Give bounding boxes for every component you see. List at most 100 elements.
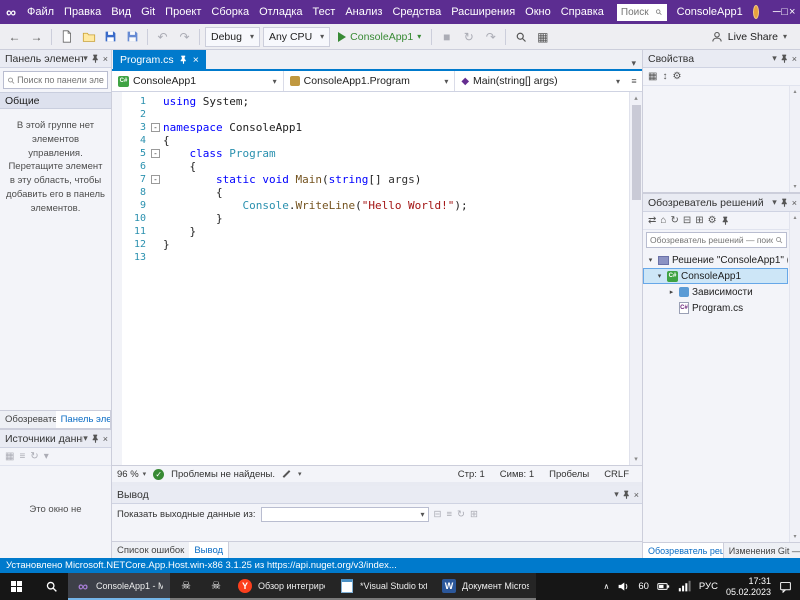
scroll-up-icon[interactable]: ▴ — [630, 92, 642, 104]
fold-collapse-icon[interactable]: - — [148, 147, 163, 160]
menu-test[interactable]: Тест — [308, 3, 341, 21]
start-debugging-button[interactable]: ConsoleApp1 ▾ — [333, 27, 426, 47]
code-line[interactable]: 6 { — [122, 160, 629, 173]
code-line[interactable]: 1 using System; — [122, 95, 629, 108]
code-line[interactable]: 9 Console.WriteLine("Hello World!"); — [122, 199, 629, 212]
language-indicator[interactable]: РУС — [699, 581, 718, 592]
expander-icon[interactable]: ▸ — [667, 288, 676, 296]
close-icon[interactable]: × — [634, 490, 639, 500]
battery-icon[interactable] — [657, 580, 670, 593]
grid-icon[interactable]: ▦ — [5, 451, 14, 462]
line-indicator[interactable]: Стр: 1 — [458, 469, 485, 480]
scroll-down-icon[interactable]: ▾ — [793, 533, 796, 540]
clear-output-icon[interactable]: ⊟ — [434, 509, 442, 520]
pin-icon[interactable] — [179, 55, 188, 64]
code-line[interactable]: 5- class Program — [122, 147, 629, 160]
close-icon[interactable]: × — [792, 54, 797, 64]
live-share-button[interactable]: Live Share ▾ — [711, 31, 795, 43]
menu-file[interactable]: Файл — [22, 3, 59, 21]
hidden-icons-chevron[interactable]: ∧ — [603, 582, 609, 591]
document-list-icon[interactable]: ▾ — [631, 58, 636, 69]
editor-vertical-scrollbar[interactable]: ▴ ▾ — [629, 92, 642, 465]
menu-edit[interactable]: Правка — [59, 3, 106, 21]
scroll-up-icon[interactable]: ▴ — [793, 214, 796, 221]
tree-row-dependencies[interactable]: ▸ Зависимости — [643, 284, 788, 300]
zoom-control[interactable]: 96 % ▾ — [117, 469, 146, 480]
preview-pin-icon[interactable] — [721, 216, 730, 225]
taskbar-app-visual-studio[interactable]: ∞ ConsoleApp1 - Mic... — [68, 573, 170, 600]
toolbox-search-input[interactable] — [17, 75, 104, 85]
window-position-icon[interactable]: ▾ — [614, 489, 619, 500]
code-line[interactable]: 2 — [122, 108, 629, 121]
quick-search-box[interactable] — [616, 3, 667, 21]
pin-icon[interactable] — [780, 54, 789, 63]
expander-icon[interactable]: ▾ — [655, 272, 664, 280]
solution-search-input[interactable] — [650, 235, 773, 245]
taskbar-app-notepad[interactable]: *Visual Studio txt-... — [332, 573, 434, 600]
properties-scrollbar[interactable]: ▴ ▾ — [789, 86, 800, 192]
window-close-button[interactable]: × — [788, 1, 796, 23]
taskbar-app-word[interactable]: W Документ Microso... — [434, 573, 536, 600]
save-all-icon[interactable] — [123, 27, 142, 47]
show-all-files-icon[interactable]: ⊞ — [695, 215, 703, 226]
tab-program-cs[interactable]: Program.cs × — [113, 50, 206, 69]
spaces-indicator[interactable]: Пробелы — [549, 469, 589, 480]
edit-mode-icon[interactable] — [282, 470, 291, 478]
type-dropdown[interactable]: ConsoleApp1.Program ▾ — [284, 71, 456, 91]
alphabetical-icon[interactable]: ↕ — [662, 71, 667, 82]
tab-toolbox[interactable]: Панель эле... — [55, 411, 111, 428]
chevron-down-icon[interactable]: ▾ — [44, 451, 49, 462]
taskbar-app-unknown-2[interactable]: ☠ — [200, 573, 230, 600]
menu-debug[interactable]: Отладка — [254, 3, 307, 21]
stop-debug-icon[interactable]: ■ — [437, 27, 456, 47]
pin-icon[interactable] — [780, 198, 789, 207]
close-icon[interactable]: × — [103, 434, 108, 444]
open-file-icon[interactable] — [79, 27, 98, 47]
code-line[interactable]: 10 } — [122, 212, 629, 225]
menu-project[interactable]: Проект — [160, 3, 206, 21]
switch-views-icon[interactable]: ⇄ — [648, 215, 656, 226]
code-line[interactable]: 8 { — [122, 186, 629, 199]
window-maximize-button[interactable]: □ — [781, 1, 789, 23]
code-editor[interactable]: 1 using System; 2 3- namespace ConsoleApp1 4{… — [112, 92, 642, 465]
navigate-back-icon[interactable]: ← — [5, 27, 24, 47]
column-indicator[interactable]: Симв: 1 — [500, 469, 534, 480]
menu-build[interactable]: Сборка — [206, 3, 254, 21]
split-window-icon[interactable]: ≡ — [626, 71, 642, 91]
debug-configuration-dropdown[interactable]: Debug ▾ — [205, 26, 260, 47]
fold-collapse-icon[interactable]: - — [148, 173, 163, 186]
action-center-icon[interactable] — [779, 580, 792, 593]
redo-icon[interactable]: ↷ — [175, 27, 194, 47]
code-line[interactable]: 13 — [122, 251, 629, 264]
taskbar-search-button[interactable] — [34, 573, 68, 600]
health-check-icon[interactable]: ✓ — [153, 468, 165, 480]
collapse-all-icon[interactable]: ⊟ — [683, 215, 691, 226]
menu-analyze[interactable]: Анализ — [340, 3, 387, 21]
undo-icon[interactable]: ↶ — [153, 27, 172, 47]
account-icon[interactable] — [752, 5, 759, 19]
find-in-files-icon[interactable] — [511, 27, 530, 47]
menu-tools[interactable]: Средства — [387, 3, 446, 21]
tab-output[interactable]: Вывод — [189, 542, 230, 558]
taskbar-app-browser[interactable]: Y Обзор интегриров... — [230, 573, 332, 600]
tree-row-project[interactable]: ▾ C# ConsoleApp1 — [643, 268, 788, 284]
refresh-icon[interactable]: ↻ — [670, 215, 678, 226]
properties-icon[interactable]: ⚙ — [708, 215, 717, 226]
tab-error-list[interactable]: Список ошибок — [112, 542, 189, 558]
menu-view[interactable]: Вид — [106, 3, 136, 21]
menu-window[interactable]: Окно — [520, 3, 556, 21]
close-icon[interactable]: × — [193, 54, 199, 66]
refresh-icon[interactable]: ↻ — [30, 451, 38, 462]
output-source-dropdown[interactable]: ▾ — [260, 506, 429, 522]
fold-collapse-icon[interactable]: - — [148, 121, 163, 134]
window-position-icon[interactable]: ▾ — [772, 197, 777, 208]
tree-row-program-cs[interactable]: C# Program.cs — [643, 300, 788, 316]
project-dropdown[interactable]: C# ConsoleApp1 ▾ — [112, 71, 284, 91]
solution-search-box[interactable] — [646, 232, 787, 248]
scroll-down-icon[interactable]: ▾ — [630, 453, 642, 465]
close-icon[interactable]: × — [103, 54, 108, 64]
pin-icon[interactable] — [622, 490, 631, 499]
home-icon[interactable]: ⌂ — [660, 215, 666, 226]
close-icon[interactable]: × — [792, 198, 797, 208]
window-position-icon[interactable]: ▾ — [83, 53, 88, 64]
